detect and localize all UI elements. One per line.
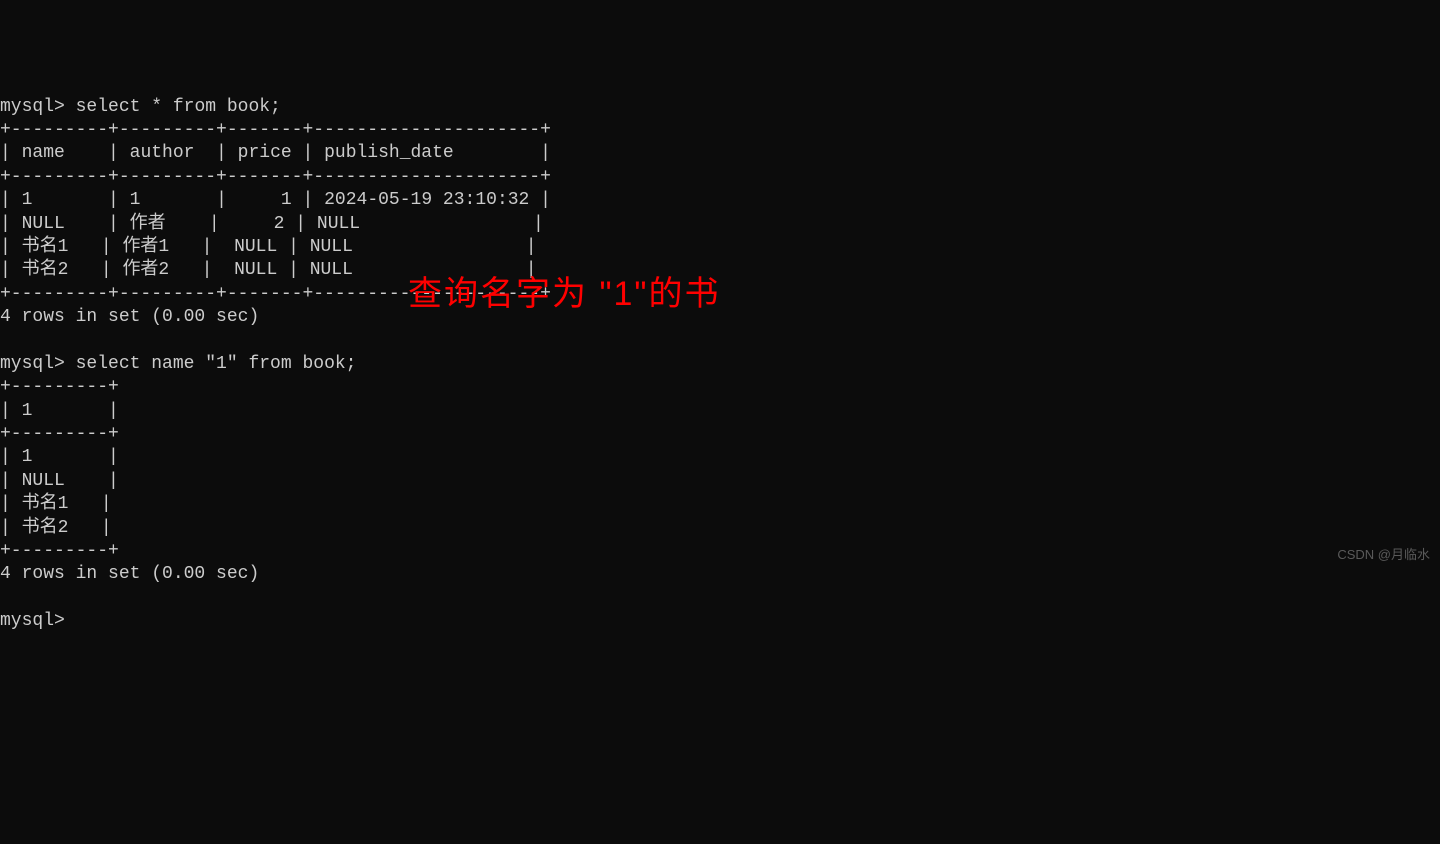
col-price: price — [238, 143, 292, 163]
table-row: | NULL | 作者 | 2 | NULL | — [0, 214, 544, 234]
col-publish-date: publish_date — [324, 143, 454, 163]
table-row: | 书名1 | 作者1 | NULL | NULL | — [0, 237, 537, 257]
watermark: CSDN @月临水 — [1337, 547, 1430, 564]
sql-command: select * from book; — [76, 97, 281, 117]
sql-command: select name "1" from book; — [76, 354, 357, 374]
table-row: | NULL | — [0, 471, 119, 491]
table-border: +---------+---------+-------+-----------… — [0, 120, 551, 140]
terminal-output: mysql> select * from book; +---------+--… — [0, 96, 1440, 634]
prompt: mysql> — [0, 354, 65, 374]
col-alias: 1 — [22, 401, 33, 421]
table-row: | 书名2 | — [0, 518, 112, 538]
table-header-row: | name | author | price | publish_date | — [0, 143, 551, 163]
table-border: +---------+---------+-------+-----------… — [0, 167, 551, 187]
prompt: mysql> — [0, 611, 65, 631]
table-row: | 1 | — [0, 447, 119, 467]
col-author: author — [130, 143, 195, 163]
table-border: +---------+ — [0, 541, 119, 561]
table-row: | 1 | 1 | 1 | 2024-05-19 23:10:32 | — [0, 190, 551, 210]
result-footer: 4 rows in set (0.00 sec) — [0, 564, 259, 584]
col-name: name — [22, 143, 65, 163]
table-header-row: | 1 | — [0, 401, 119, 421]
table-row: | 书名1 | — [0, 494, 112, 514]
table-border: +---------+ — [0, 424, 119, 444]
result-footer: 4 rows in set (0.00 sec) — [0, 307, 259, 327]
prompt: mysql> — [0, 97, 65, 117]
table-border: +---------+ — [0, 377, 119, 397]
annotation-text: 查询名字为 "1"的书 — [408, 272, 721, 316]
